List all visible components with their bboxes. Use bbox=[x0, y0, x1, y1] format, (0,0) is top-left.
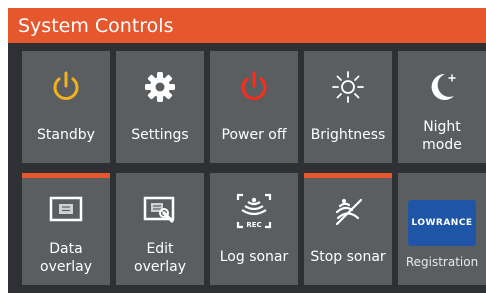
title-bar: System Controls bbox=[8, 8, 486, 43]
power-icon bbox=[210, 69, 298, 109]
night-mode-button[interactable]: Night mode bbox=[398, 51, 486, 163]
gear-icon bbox=[116, 69, 204, 109]
edit-overlay-label: Edit overlay bbox=[134, 241, 186, 275]
data-overlay-button[interactable]: Data overlay bbox=[22, 173, 110, 285]
rec-text: REC bbox=[246, 221, 261, 229]
brightness-icon bbox=[304, 69, 392, 109]
edit-overlay-icon bbox=[116, 191, 204, 231]
registration-button[interactable]: LOWRANCE Registration bbox=[398, 173, 486, 285]
night-mode-label: Night mode bbox=[422, 119, 462, 153]
stop-sonar-label: Stop sonar bbox=[310, 249, 386, 265]
standby-label: Standby bbox=[37, 127, 95, 143]
system-controls-dialog: System Controls Standby Settings Power o… bbox=[8, 8, 486, 293]
night-mode-icon bbox=[398, 69, 486, 109]
data-overlay-label: Data overlay bbox=[40, 241, 92, 275]
log-sonar-icon: REC bbox=[210, 191, 298, 231]
power-off-button[interactable]: Power off bbox=[210, 51, 298, 163]
brightness-label: Brightness bbox=[310, 127, 386, 143]
standby-icon bbox=[22, 69, 110, 109]
log-sonar-label: Log sonar bbox=[219, 249, 289, 265]
lowrance-logo: LOWRANCE bbox=[408, 200, 476, 246]
standby-button[interactable]: Standby bbox=[22, 51, 110, 163]
settings-button[interactable]: Settings bbox=[116, 51, 204, 163]
registration-label: Registration bbox=[405, 255, 479, 269]
power-off-label: Power off bbox=[221, 127, 287, 143]
stop-sonar-icon bbox=[304, 191, 392, 231]
dialog-title: System Controls bbox=[18, 15, 174, 37]
data-overlay-icon bbox=[22, 191, 110, 231]
log-sonar-button[interactable]: REC Log sonar bbox=[210, 173, 298, 285]
stop-sonar-button[interactable]: Stop sonar bbox=[304, 173, 392, 285]
brightness-button[interactable]: Brightness bbox=[304, 51, 392, 163]
settings-label: Settings bbox=[131, 127, 189, 143]
edit-overlay-button[interactable]: Edit overlay bbox=[116, 173, 204, 285]
